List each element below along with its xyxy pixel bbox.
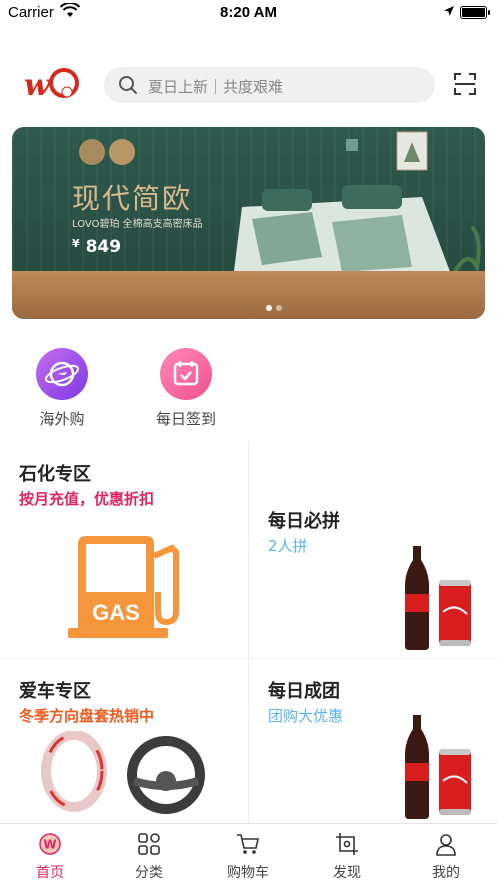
cola-image [405, 715, 471, 819]
gas-label: GAS [92, 600, 140, 625]
card-subtitle: 团购大优惠 [268, 707, 344, 725]
banner-subtitle: LOVO碧珀 全棉高支高密床品 [72, 219, 203, 230]
promo-grid: 石化专区 按月充值，优惠折扣 GAS 每日必拼 2人拼 爱车专区 冬季方向盘套热… [0, 442, 497, 824]
pagination-dot [266, 305, 272, 311]
quick-link-label: 每日签到 [155, 410, 216, 428]
card-title: 爱车专区 [19, 681, 91, 702]
battery-icon [460, 6, 490, 19]
tab-discover[interactable]: 发现 [307, 832, 387, 882]
discover-icon [336, 833, 358, 855]
card-title: 每日成团 [268, 681, 340, 702]
banner-pagination [266, 296, 286, 315]
location-arrow-icon [444, 6, 454, 16]
tab-label: 购物车 [227, 865, 269, 881]
category-icon [138, 833, 160, 855]
tab-category[interactable]: 分类 [109, 832, 189, 882]
banner-price: ¥ 849 [72, 237, 122, 257]
steering-wheel-cover-image [41, 731, 205, 814]
card-title: 石化专区 [19, 464, 91, 485]
search-icon [119, 76, 137, 94]
quick-link-label: 海外购 [39, 410, 85, 428]
quick-link-overseas[interactable]: 海外购 [10, 348, 114, 429]
tab-label: 分类 [135, 865, 163, 881]
quick-link-checkin[interactable]: 每日签到 [134, 348, 238, 429]
card-subtitle: 冬季方向盘套热销中 [19, 707, 155, 725]
status-time: 8:20 AM [220, 4, 277, 21]
promo-banner[interactable]: 现代简欧 LOVO碧珀 全棉高支高密床品 ¥ 849 [12, 127, 485, 319]
tab-label: 我的 [432, 865, 460, 881]
tab-label: 发现 [333, 865, 361, 881]
card-subtitle: 按月充值，优惠折扣 [19, 490, 155, 508]
card-petro[interactable]: 石化专区 按月充值，优惠折扣 GAS [0, 442, 248, 658]
search-input[interactable]: 夏日上新｜共度艰难 [104, 67, 435, 103]
cart-icon [237, 834, 259, 854]
tab-label: 首页 [36, 865, 64, 881]
search-placeholder: 夏日上新｜共度艰难 [148, 78, 284, 96]
status-bar: Carrier 8:20 AM [0, 0, 497, 26]
tab-bar: W 首页 分类 购物车 发现 我的 [0, 823, 497, 883]
svg-text:W: W [43, 838, 56, 852]
tab-cart[interactable]: 购物车 [208, 832, 288, 882]
tab-home[interactable]: W 首页 [10, 832, 90, 882]
pagination-dot [276, 305, 282, 311]
app-logo: w [24, 68, 79, 103]
banner-title: 现代简欧 [72, 182, 193, 215]
svg-text:w: w [24, 68, 51, 103]
card-subtitle: 2人拼 [268, 537, 308, 555]
airplane-globe-icon [36, 348, 88, 400]
card-group-daily[interactable]: 每日必拼 2人拼 [249, 442, 497, 658]
tab-profile[interactable]: 我的 [406, 832, 486, 882]
card-car[interactable]: 爱车专区 冬季方向盘套热销中 [0, 659, 248, 824]
calendar-check-icon [160, 348, 212, 400]
header: w 夏日上新｜共度艰难 [0, 60, 497, 110]
profile-icon [436, 834, 456, 856]
home-icon: W [39, 833, 61, 855]
gas-pump-icon: GAS [68, 536, 179, 638]
card-title: 每日必拼 [268, 511, 340, 532]
cola-image [405, 546, 471, 650]
card-group-deal[interactable]: 每日成团 团购大优惠 [249, 659, 497, 824]
scan-icon[interactable] [454, 73, 476, 95]
